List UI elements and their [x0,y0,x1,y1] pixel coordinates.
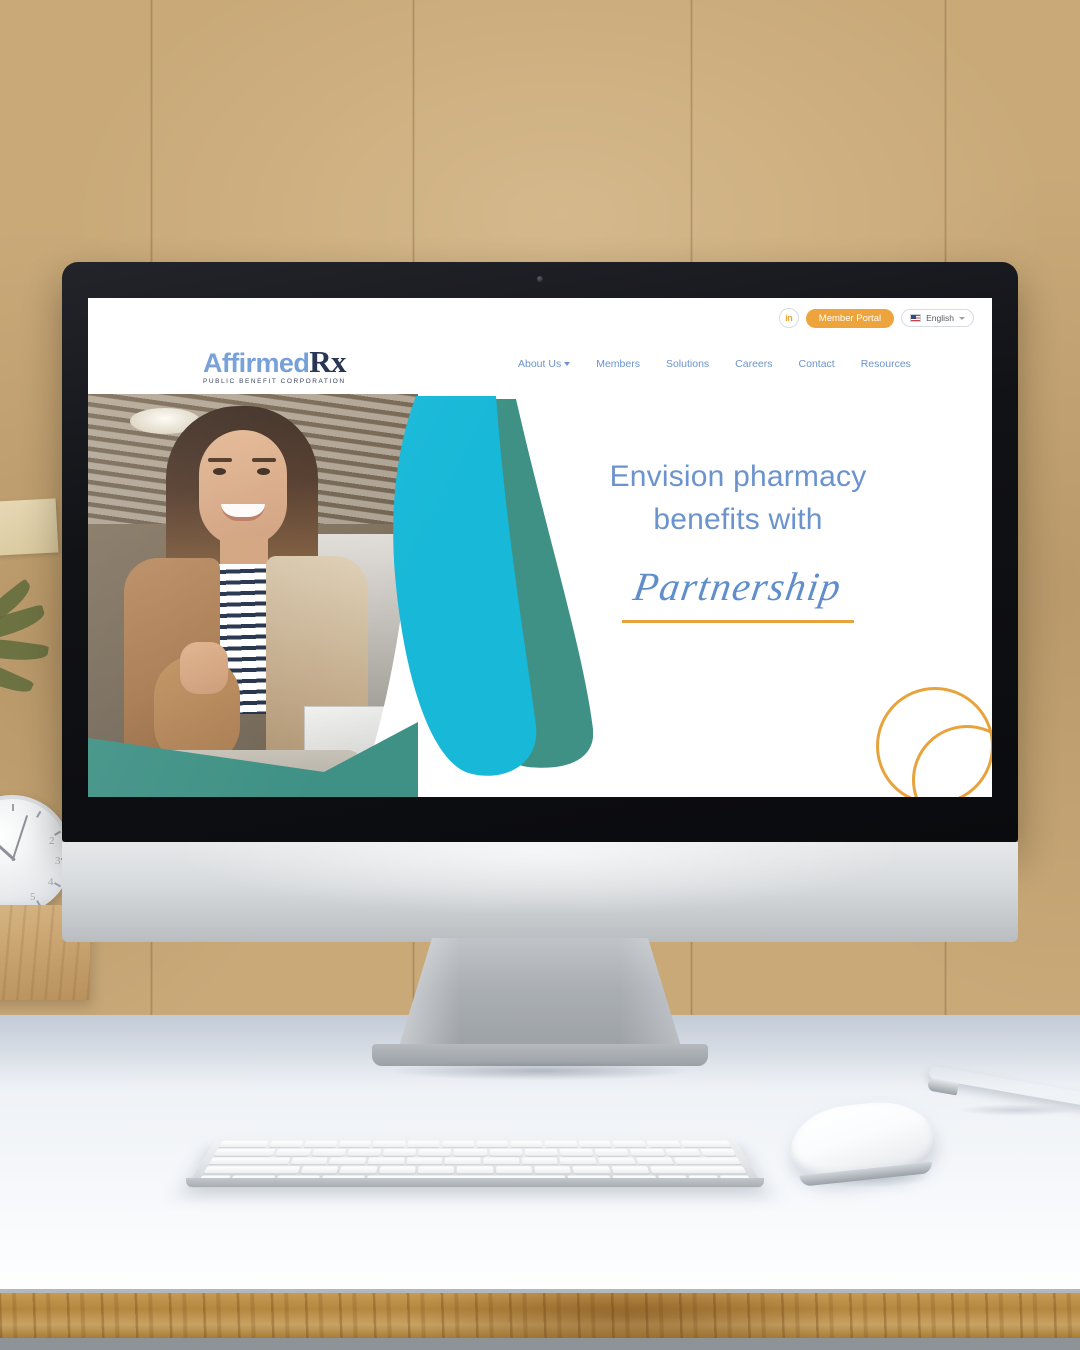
monitor-chin [62,842,1018,942]
website-viewport: in Member Portal English AffirmedRx PUBL… [88,298,992,797]
nav-item-about-us[interactable]: About Us [518,358,571,370]
sticky-note [0,498,59,556]
chevron-down-icon [564,362,571,366]
language-label: English [926,313,954,323]
monitor-stand-neck [398,938,682,1050]
hero-heading: Envision pharmacy benefits with [518,456,958,541]
utility-bar: in Member Portal English [778,308,974,328]
linkedin-icon[interactable]: in [778,308,799,328]
nav-item-careers[interactable]: Careers [735,358,772,370]
site-navbar: AffirmedRx PUBLIC BENEFIT CORPORATION Ab… [88,340,992,394]
hero-section: Envision pharmacy benefits with Partners… [88,394,992,797]
nav-label: About Us [518,358,562,370]
primary-navigation: About Us Members Solutions Careers Conta… [518,358,911,370]
hero-copy: Envision pharmacy benefits with Partners… [518,456,958,624]
nav-item-resources[interactable]: Resources [861,358,911,370]
hero-underline [622,620,854,624]
logo-rx: Rx [309,344,346,379]
webcam-icon [537,276,543,282]
pen-shadow [935,1102,1080,1118]
monitor-stand-shadow [330,1058,750,1084]
us-flag-icon [910,314,922,322]
logo-name-main: Affirmed [203,348,310,378]
language-selector[interactable]: English [901,309,974,327]
monitor-screen: in Member Portal English AffirmedRx PUBL… [88,298,992,797]
logo-tagline: PUBLIC BENEFIT CORPORATION [203,378,346,385]
member-portal-button[interactable]: Member Portal [805,308,895,328]
chevron-down-icon [959,316,965,320]
hero-heading-line2: benefits with [653,502,823,536]
site-logo[interactable]: AffirmedRx PUBLIC BENEFIT CORPORATION [203,346,393,385]
decorative-circles-orange [868,681,992,797]
desk-scene: 2 3 4 5 in Member Portal English Affirme… [0,0,1080,1350]
nav-item-contact[interactable]: Contact [799,358,835,370]
monitor-bezel: in Member Portal English AffirmedRx PUBL… [62,262,1018,842]
hero-script-word: Partnership [630,564,846,610]
hero-person-illustration [112,406,414,797]
nav-item-members[interactable]: Members [596,358,640,370]
hero-image [88,394,418,797]
desk-wooden-edge [0,1293,1080,1338]
logo-wordmark: AffirmedRx [203,346,393,377]
keyboard-front-edge [186,1178,764,1187]
hero-heading-line1: Envision pharmacy [609,460,867,493]
nav-item-solutions[interactable]: Solutions [666,358,709,370]
desk-underside [0,1338,1080,1350]
